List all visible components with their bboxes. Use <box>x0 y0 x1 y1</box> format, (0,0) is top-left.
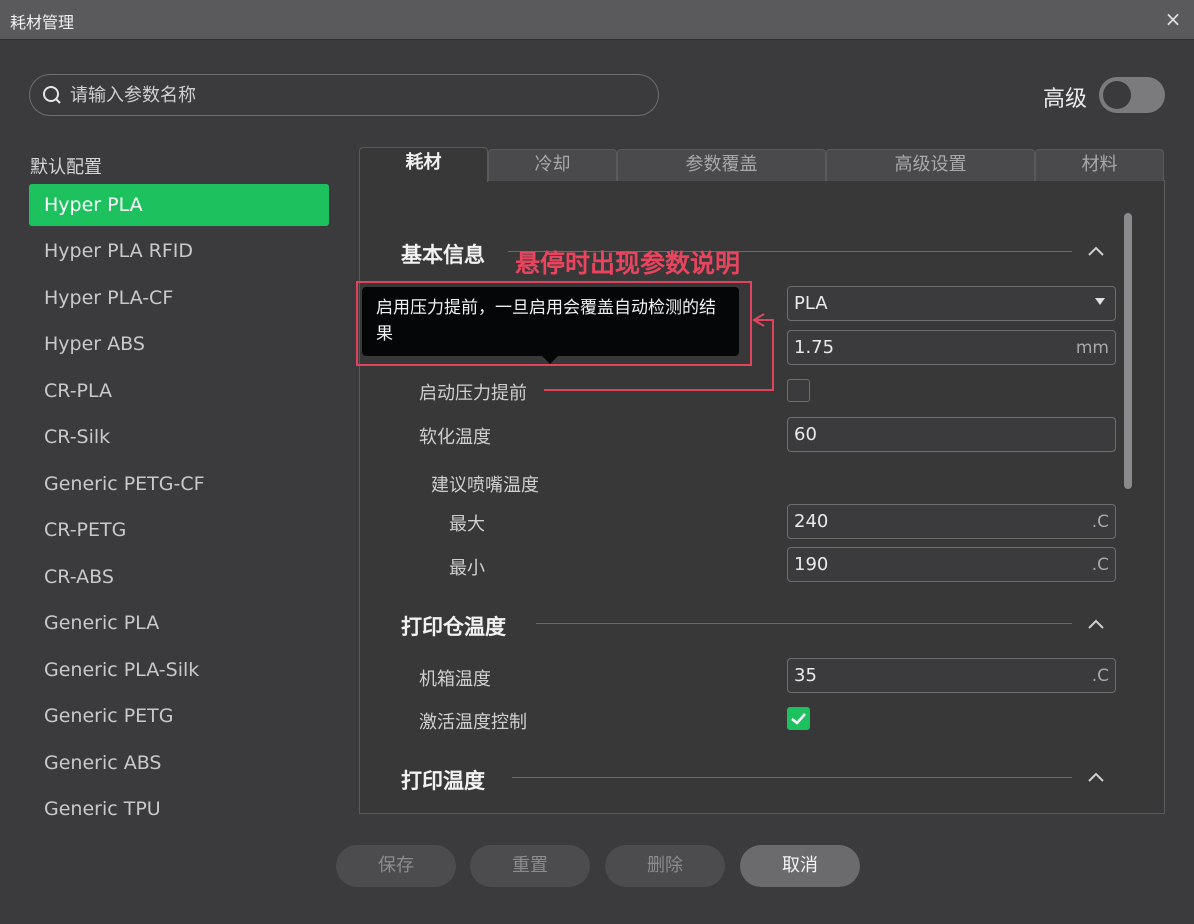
section-divider <box>536 623 1072 624</box>
preset-item[interactable]: CR-PETG <box>29 509 329 551</box>
preset-item[interactable]: Hyper PLA RFID <box>29 230 329 272</box>
window-title: 耗材管理 <box>10 13 75 32</box>
preset-item[interactable]: Generic PETG-CF <box>29 463 329 505</box>
chevron-up-icon[interactable] <box>1084 240 1108 264</box>
chamber-temp-label: 机箱温度 <box>419 669 491 690</box>
section-divider <box>512 777 1072 778</box>
preset-item[interactable]: Generic PETG <box>29 695 329 737</box>
preset-item[interactable]: Hyper PLA <box>29 184 329 226</box>
tab-overrides[interactable]: 参数覆盖 <box>617 149 826 181</box>
preset-list: Hyper PLA Hyper PLA RFID Hyper PLA-CF Hy… <box>29 184 329 816</box>
diameter-unit: mm <box>1075 338 1109 358</box>
title-bar: 耗材管理 × <box>0 0 1194 40</box>
preset-item[interactable]: Generic PLA-Silk <box>29 649 329 691</box>
check-icon <box>791 713 806 725</box>
filament-type-value: PLA <box>794 293 828 314</box>
toggle-knob <box>1103 81 1131 109</box>
annotation-arrow-icon <box>544 313 774 391</box>
search-box[interactable] <box>29 74 659 116</box>
preset-item[interactable]: CR-ABS <box>29 556 329 598</box>
search-icon <box>43 86 61 104</box>
tab-cooling[interactable]: 冷却 <box>488 149 617 181</box>
preset-item[interactable]: CR-Silk <box>29 416 329 458</box>
scrollbar[interactable] <box>1124 213 1132 489</box>
softening-temp-value: 60 <box>794 424 817 445</box>
pressure-advance-label: 启动压力提前 <box>419 383 527 404</box>
section-title-print-temp: 打印温度 <box>401 769 485 793</box>
preset-item[interactable]: Hyper PLA-CF <box>29 277 329 319</box>
reset-button[interactable]: 重置 <box>470 845 590 887</box>
annotation-label: 悬停时出现参数说明 <box>515 249 741 278</box>
advanced-label: 高级 <box>1043 87 1088 112</box>
preset-item[interactable]: Generic ABS <box>29 742 329 784</box>
pressure-advance-checkbox[interactable] <box>787 379 810 402</box>
default-config-label: 默认配置 <box>30 157 102 178</box>
chevron-up-icon[interactable] <box>1084 766 1108 790</box>
diameter-value: 1.75 <box>794 337 835 358</box>
tab-material[interactable]: 材料 <box>1035 149 1164 181</box>
delete-button[interactable]: 删除 <box>605 845 725 887</box>
chamber-temp-field[interactable]: 35 .C <box>787 658 1116 693</box>
min-temp-value: 190 <box>794 554 829 575</box>
max-temp-label: 最大 <box>449 514 485 535</box>
max-temp-field[interactable]: 240 .C <box>787 504 1116 539</box>
chevron-up-icon[interactable] <box>1084 613 1108 637</box>
softening-temp-label: 软化温度 <box>419 427 491 448</box>
diameter-field[interactable]: 1.75 mm <box>787 330 1116 365</box>
cancel-button[interactable]: 取消 <box>740 845 860 887</box>
preset-item[interactable]: Generic TPU <box>29 788 329 816</box>
filament-type-select[interactable]: PLA <box>787 286 1116 321</box>
softening-temp-field[interactable]: 60 <box>787 417 1116 452</box>
section-title-chamber: 打印仓温度 <box>401 615 506 639</box>
tab-advanced[interactable]: 高级设置 <box>826 149 1035 181</box>
nozzle-temp-label: 建议喷嘴温度 <box>431 475 539 496</box>
min-temp-label: 最小 <box>449 558 485 579</box>
close-icon[interactable]: × <box>1160 6 1186 32</box>
preset-item[interactable]: Hyper ABS <box>29 323 329 365</box>
search-input[interactable] <box>70 81 640 109</box>
section-title-basic: 基本信息 <box>401 243 485 267</box>
max-temp-value: 240 <box>794 511 829 532</box>
preset-item[interactable]: CR-PLA <box>29 370 329 412</box>
section-title-clip: 打印温度 <box>400 760 520 812</box>
min-temp-unit: .C <box>1091 555 1109 575</box>
activate-temp-label: 激活温度控制 <box>419 712 527 733</box>
chamber-temp-value: 35 <box>794 665 817 686</box>
max-temp-unit: .C <box>1091 512 1109 532</box>
dropdown-icon <box>1095 298 1105 305</box>
chamber-temp-unit: .C <box>1091 666 1109 686</box>
advanced-toggle[interactable] <box>1099 77 1165 113</box>
tab-bar: 耗材 冷却 参数覆盖 高级设置 材料 <box>359 147 1165 182</box>
min-temp-field[interactable]: 190 .C <box>787 547 1116 582</box>
save-button[interactable]: 保存 <box>336 845 456 887</box>
activate-temp-checkbox[interactable] <box>787 707 810 730</box>
preset-item[interactable]: Generic PLA <box>29 602 329 644</box>
tab-filament[interactable]: 耗材 <box>359 147 488 182</box>
